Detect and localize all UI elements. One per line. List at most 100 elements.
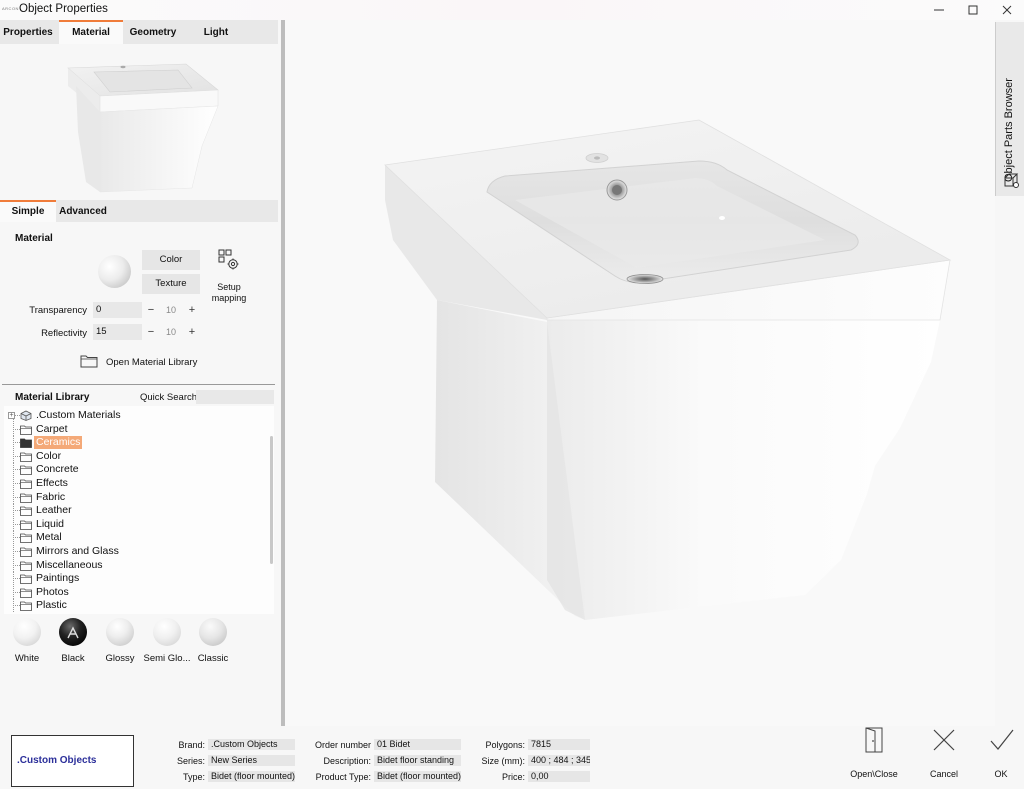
tree-item[interactable]: Carpet [4,422,260,436]
folder-icon [80,355,98,368]
material-preview [67,63,219,193]
tab-simple[interactable]: Simple [0,200,56,222]
folder-icon [20,465,32,476]
quick-search-input[interactable] [196,390,274,404]
open-material-library-button[interactable]: Open Material Library [80,353,220,371]
tree-item-label: Fabric [36,490,66,503]
tree-item[interactable]: Effects [4,477,260,490]
maximize-button[interactable] [956,0,990,20]
tree-item-label: Metal [36,531,62,544]
tree-item[interactable]: Leather [4,504,260,518]
tree-item[interactable]: Concrete [4,463,260,477]
left-panel: Properties Material Geometry Light Simpl… [0,20,278,720]
sub-tab-bar: Simple Advanced [0,200,278,222]
texture-button[interactable]: Texture [142,274,200,294]
door-icon [865,727,883,753]
object-parts-browser-tab[interactable]: Object Parts Browser [995,22,1024,196]
transparency-decrement[interactable]: − [144,302,158,318]
cancel-button[interactable]: Cancel [916,726,972,786]
transparency-increment[interactable]: + [185,302,199,318]
tree-item[interactable]: Photos [4,585,260,599]
folder-icon [20,601,32,612]
ok-label: OK [994,769,1008,779]
folder-icon [20,493,32,503]
folder-icon [20,452,32,462]
close-window-button[interactable] [990,0,1024,20]
description-label: Description: [323,756,371,766]
tree-item[interactable]: Metal [4,531,260,545]
swatch-glossy-ball [106,618,134,646]
setup-mapping-label[interactable]: Setup mapping [208,282,250,304]
tab-light[interactable]: Light [190,20,242,44]
tree-item[interactable]: Paintings [4,572,260,586]
tree-item-label: .Custom Materials [36,409,121,421]
series-value: New Series [208,755,295,766]
bidet-3d-model[interactable] [285,20,995,726]
tree-item[interactable]: Plastic [4,599,260,613]
3d-viewport[interactable] [285,20,995,726]
tree-item-label: Plastic [36,599,67,612]
tab-material[interactable]: Material [59,20,123,44]
object-info-footer: .Custom Objects Brand: .Custom Objects S… [0,726,1024,789]
brand-label: Brand: [178,740,205,750]
swatch-black-ball [59,618,87,646]
tree-item-label: Paintings [36,572,80,585]
folder-icon [20,506,32,517]
tree-item[interactable]: Fabric [4,490,260,504]
reflectivity-increment[interactable]: + [185,324,199,340]
tree-item[interactable]: Ceramics [4,436,260,450]
minimize-button[interactable] [922,0,956,20]
brand-value: .Custom Objects [208,739,295,750]
tree-scrollbar[interactable] [270,436,273,564]
reflectivity-label: Reflectivity [41,328,87,339]
swatch-semi-gloss[interactable]: Semi Glo... [141,616,191,668]
reflectivity-step: 10 [165,327,176,337]
tree-item[interactable]: Liquid [4,517,260,531]
tree-item[interactable]: Miscellaneous [4,558,260,572]
divider [2,384,275,385]
open-material-library-label: Open Material Library [106,357,198,368]
tree-item-label: Liquid [36,517,65,530]
app-icon: ARCON [2,6,19,11]
swatch-classic[interactable]: Classic [187,616,237,668]
color-button[interactable]: Color [142,250,200,270]
folder-icon [20,588,32,598]
reflectivity-decrement[interactable]: − [144,324,158,340]
parts-browser-icon [1004,173,1019,188]
object-parts-browser-label: Object Parts Browser [1003,78,1015,182]
size-value: 400 ; 484 ; 345 [528,755,590,766]
brand-logo-box: .Custom Objects [11,735,134,787]
tree-item[interactable]: Mirrors and Glass [4,545,260,558]
top-tab-bar: Properties Material Geometry Light [0,20,278,44]
tab-properties[interactable]: Properties [0,20,56,44]
maximize-icon [968,5,978,15]
tree-item-label: Leather [36,504,72,517]
reflectivity-input[interactable]: 15 [93,324,142,340]
material-library-heading: Material Library [15,392,90,403]
swatch-glossy[interactable]: Glossy [94,616,144,668]
transparency-input[interactable]: 0 [93,302,142,318]
tree-item[interactable]: + .Custom Materials [4,409,260,422]
swatch-label: White [14,653,40,664]
swatch-semi-gloss-ball [153,618,181,646]
tab-advanced[interactable]: Advanced [56,200,110,222]
series-label: Series: [176,756,205,766]
swatch-label: Black [61,653,85,664]
swatch-black[interactable]: Black [47,616,97,668]
setup-mapping-icon[interactable] [218,249,240,271]
material-library-tree[interactable]: + .Custom Materials Carpet Ceramics Color Con… [4,406,274,614]
tree-item-label: Effects [36,477,68,489]
tree-item-label: Miscellaneous [36,558,103,571]
close-icon [1002,5,1012,15]
ok-button[interactable]: OK [966,726,1022,786]
tab-geometry[interactable]: Geometry [123,20,183,44]
swatch-white[interactable]: White [1,616,51,668]
tree-item[interactable]: Color [4,449,260,463]
expand-icon[interactable]: + [8,412,15,419]
folder-icon [20,479,32,489]
swatch-label: Glossy [105,653,135,664]
polygons-label: Polygons: [485,740,525,750]
title-bar: ARCON Object Properties [0,0,1024,20]
open-close-button[interactable]: Open\Close [846,726,902,786]
cancel-x-icon [933,729,955,751]
